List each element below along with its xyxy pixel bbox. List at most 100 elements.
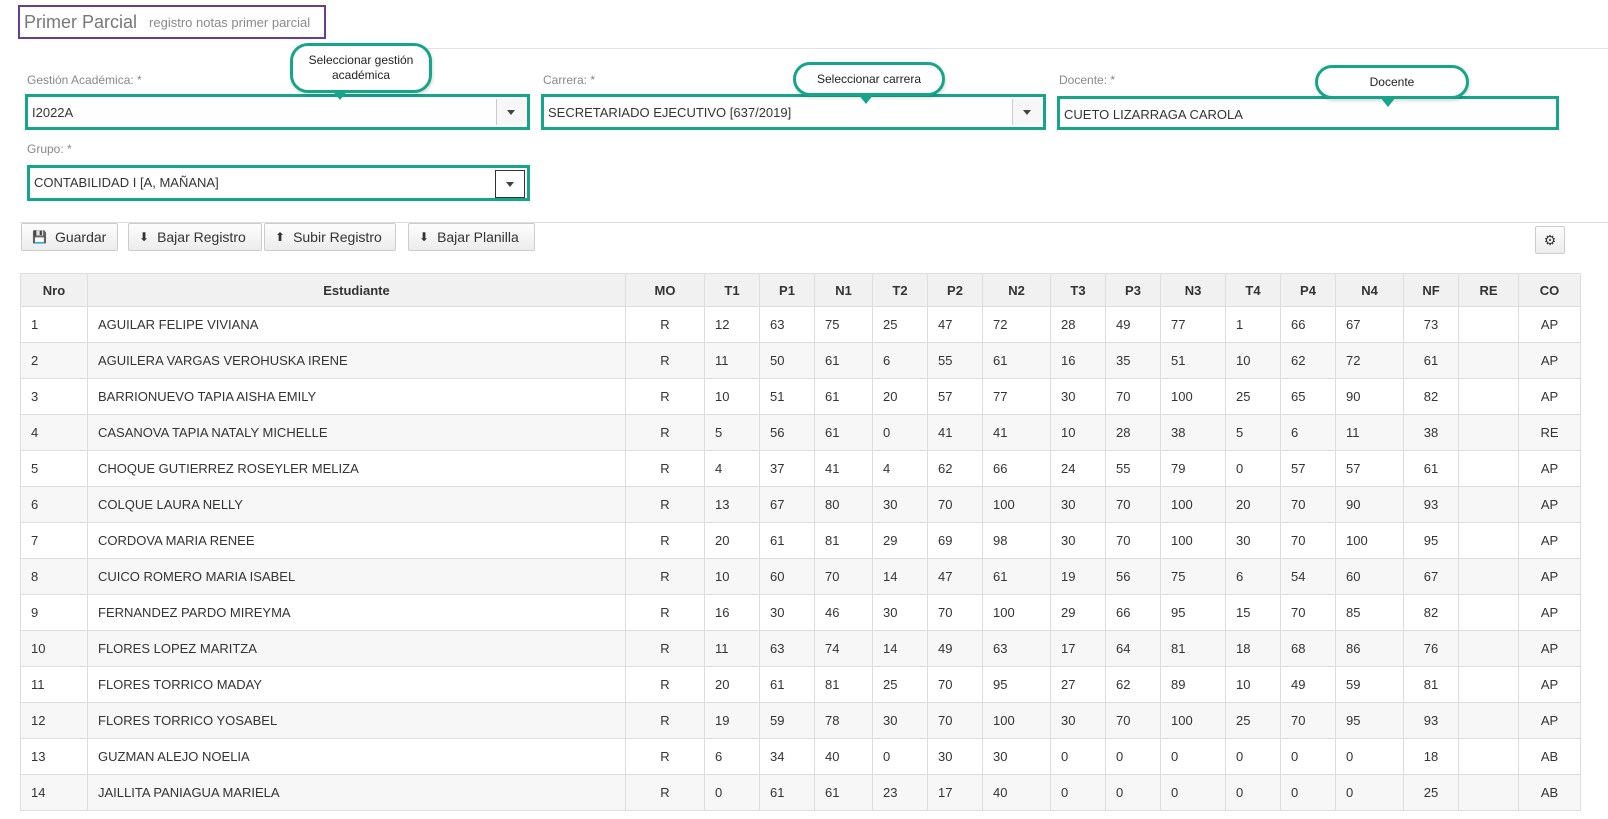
cell-t4[interactable]: 10 [1225,666,1281,703]
table-row[interactable]: 4 CASANOVA TAPIA NATALY MICHELLE R 5 56 61 0 41… [20,414,1581,451]
column-header-p3[interactable]: P3 [1105,273,1161,307]
cell-p2[interactable]: 69 [927,522,983,559]
cell-t1[interactable]: 10 [704,378,760,415]
table-row[interactable]: 3 BARRIONUEVO TAPIA AISHA EMILY R 10 51 61 20 5… [20,378,1581,415]
cell-t2[interactable]: 23 [872,774,928,811]
column-header-t1[interactable]: T1 [704,273,760,307]
cell-n3[interactable]: 81 [1160,630,1226,667]
cell-p4[interactable]: 68 [1280,630,1336,667]
chevron-down-icon[interactable] [1012,99,1041,125]
cell-n4[interactable]: 0 [1335,738,1404,775]
cell-t1[interactable]: 5 [704,414,760,451]
cell-n4[interactable]: 90 [1335,486,1404,523]
cell-n2[interactable]: 100 [982,594,1051,631]
cell-t1[interactable]: 4 [704,450,760,487]
cell-t1[interactable]: 6 [704,738,760,775]
cell-t2[interactable]: 0 [872,738,928,775]
chevron-down-icon[interactable] [496,99,525,125]
cell-t4[interactable]: 0 [1225,774,1281,811]
grupo-select[interactable]: CONTABILIDAD I [A, MAÑANA] [27,165,530,201]
cell-t3[interactable]: 29 [1050,594,1106,631]
cell-n2[interactable]: 66 [982,450,1051,487]
cell-p3[interactable]: 70 [1105,702,1161,739]
chevron-down-icon[interactable] [495,170,525,198]
cell-t2[interactable]: 29 [872,522,928,559]
cell-n3[interactable]: 89 [1160,666,1226,703]
cell-t4[interactable]: 0 [1225,738,1281,775]
cell-n4[interactable]: 95 [1335,702,1404,739]
cell-n2[interactable]: 41 [982,414,1051,451]
cell-n4[interactable]: 60 [1335,558,1404,595]
column-header-p2[interactable]: P2 [927,273,983,307]
column-header-co[interactable]: CO [1518,273,1581,307]
cell-p3[interactable]: 70 [1105,378,1161,415]
cell-t4[interactable]: 25 [1225,378,1281,415]
cell-p3[interactable]: 66 [1105,594,1161,631]
cell-n4[interactable]: 90 [1335,378,1404,415]
cell-n4[interactable]: 0 [1335,774,1404,811]
cell-n2[interactable]: 30 [982,738,1051,775]
cell-n3[interactable]: 100 [1160,378,1226,415]
cell-n3[interactable]: 95 [1160,594,1226,631]
cell-t3[interactable]: 0 [1050,738,1106,775]
table-row[interactable]: 9 FERNANDEZ PARDO MIREYMA R 16 30 46 30 70 100 29… [20,594,1581,631]
cell-p1[interactable]: 51 [759,378,815,415]
cell-n3[interactable]: 100 [1160,702,1226,739]
cell-p4[interactable]: 70 [1280,486,1336,523]
column-header-estudiante[interactable]: Estudiante [87,273,626,307]
cell-n2[interactable]: 100 [982,486,1051,523]
cell-t3[interactable]: 10 [1050,414,1106,451]
cell-t2[interactable]: 25 [872,306,928,343]
cell-t2[interactable]: 6 [872,342,928,379]
cell-n1[interactable]: 78 [814,702,873,739]
cell-n3[interactable]: 100 [1160,486,1226,523]
cell-n1[interactable]: 80 [814,486,873,523]
cell-n4[interactable]: 100 [1335,522,1404,559]
cell-t2[interactable]: 4 [872,450,928,487]
cell-p4[interactable]: 62 [1280,342,1336,379]
cell-n4[interactable]: 59 [1335,666,1404,703]
cell-p3[interactable]: 0 [1105,774,1161,811]
cell-p1[interactable]: 60 [759,558,815,595]
cell-p1[interactable]: 34 [759,738,815,775]
cell-p3[interactable]: 0 [1105,738,1161,775]
cell-t1[interactable]: 20 [704,522,760,559]
cell-p2[interactable]: 70 [927,486,983,523]
cell-t4[interactable]: 18 [1225,630,1281,667]
column-header-t2[interactable]: T2 [872,273,928,307]
carrera-select[interactable]: SECRETARIADO EJECUTIVO [637/2019] [541,94,1046,130]
cell-t1[interactable]: 0 [704,774,760,811]
cell-n4[interactable]: 85 [1335,594,1404,631]
column-header-mo[interactable]: MO [625,273,705,307]
cell-n2[interactable]: 40 [982,774,1051,811]
cell-p2[interactable]: 70 [927,594,983,631]
cell-n3[interactable]: 79 [1160,450,1226,487]
cell-p4[interactable]: 70 [1280,522,1336,559]
table-row[interactable]: 2 AGUILERA VARGAS VEROHUSKA IRENE R 11 50 61 6… [20,342,1581,379]
cell-t4[interactable]: 6 [1225,558,1281,595]
cell-p3[interactable]: 64 [1105,630,1161,667]
cell-t1[interactable]: 13 [704,486,760,523]
cell-n4[interactable]: 11 [1335,414,1404,451]
table-row[interactable]: 10 FLORES LOPEZ MARITZA R 11 63 74 14 49 63 17 64 8… [20,630,1581,667]
cell-p2[interactable]: 47 [927,558,983,595]
table-row[interactable]: 13 GUZMAN ALEJO NOELIA R 6 34 40 0 30 30 0 0 0 0 0 0 18… [20,738,1581,775]
gestion-select[interactable]: I2022A [25,94,530,130]
cell-n1[interactable]: 75 [814,306,873,343]
cell-t1[interactable]: 11 [704,630,760,667]
cell-t3[interactable]: 17 [1050,630,1106,667]
cell-t2[interactable]: 14 [872,630,928,667]
cell-p4[interactable]: 0 [1280,738,1336,775]
table-row[interactable]: 5 CHOQUE GUTIERREZ ROSEYLER MELIZA R 4 37 41 4… [20,450,1581,487]
cell-t4[interactable]: 1 [1225,306,1281,343]
cell-t1[interactable]: 11 [704,342,760,379]
cell-p4[interactable]: 70 [1280,702,1336,739]
cell-p2[interactable]: 62 [927,450,983,487]
cell-n1[interactable]: 61 [814,414,873,451]
cell-t1[interactable]: 19 [704,702,760,739]
cell-t1[interactable]: 10 [704,558,760,595]
cell-t4[interactable]: 30 [1225,522,1281,559]
cell-t3[interactable]: 30 [1050,522,1106,559]
cell-p4[interactable]: 0 [1280,774,1336,811]
cell-p3[interactable]: 62 [1105,666,1161,703]
